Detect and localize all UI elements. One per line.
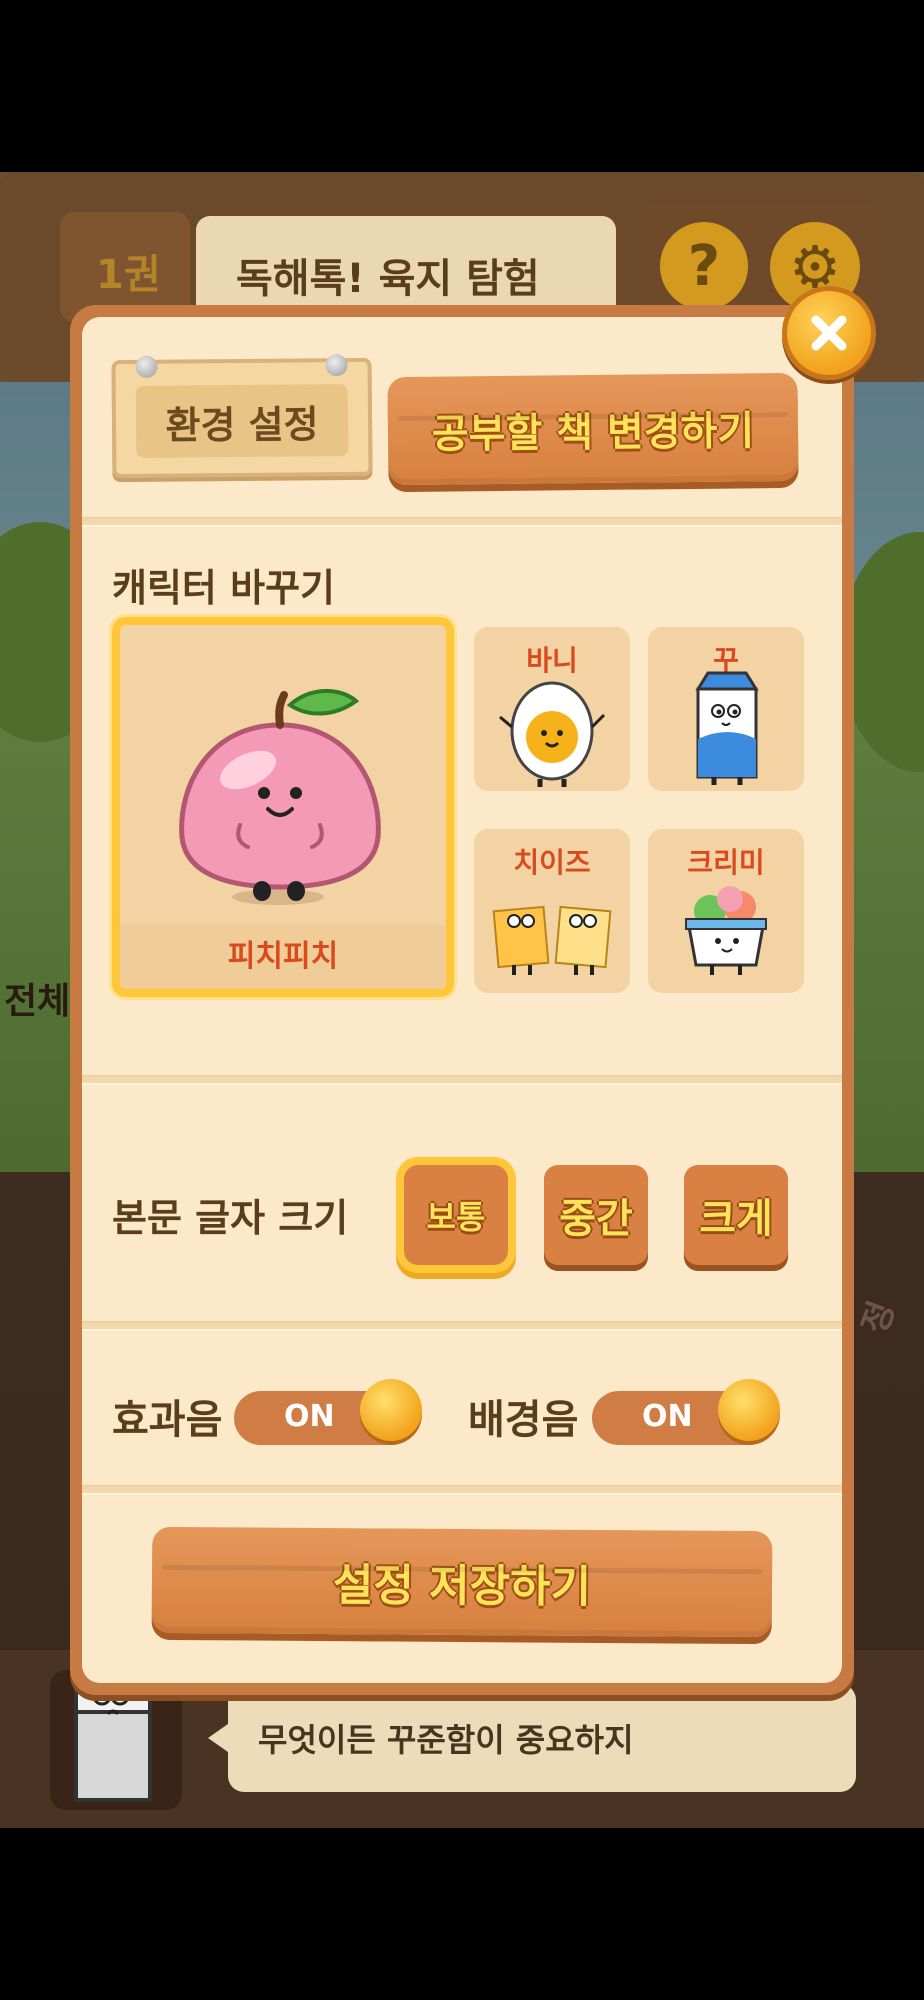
- nail-right: [325, 354, 348, 377]
- nail-left: [135, 355, 158, 378]
- character-card-cheese[interactable]: 치이즈: [474, 829, 630, 993]
- sound-effects-toggle[interactable]: ON: [234, 1379, 422, 1445]
- change-book-button[interactable]: 공부할 책 변경하기: [387, 372, 799, 486]
- divider-2: [82, 1075, 842, 1085]
- bgm-toggle[interactable]: ON: [592, 1379, 780, 1445]
- ice-cream-character-icon: [685, 886, 767, 975]
- toggle-state: ON: [642, 1399, 693, 1434]
- toggle-knob: [718, 1379, 780, 1441]
- close-button[interactable]: [782, 286, 876, 380]
- help-button[interactable]: ?: [660, 222, 748, 310]
- character-card-creamy[interactable]: 크리미: [648, 829, 804, 993]
- font-size-normal-button[interactable]: 보통: [404, 1165, 508, 1265]
- character-name: 피치피치: [227, 939, 339, 974]
- settings-tab-label: 환경 설정: [135, 384, 349, 458]
- character-card-bani[interactable]: 바니: [474, 627, 630, 791]
- divider-4: [82, 1485, 842, 1495]
- volume-label: 1권: [96, 252, 161, 298]
- peach-character-icon: [179, 688, 381, 905]
- font-size-medium-button[interactable]: 중간: [544, 1165, 648, 1265]
- egg-character-icon: [499, 681, 606, 787]
- settings-panel: 환경 설정 공부할 책 변경하기 캐릭터 바꾸기 피치피치 바니 꾸 치이즈 크…: [82, 317, 842, 1683]
- character-card-kku[interactable]: 꾸: [648, 627, 804, 791]
- toggle-knob: [360, 1379, 422, 1441]
- milk-carton-icon: [695, 671, 759, 785]
- character-section-title: 캐릭터 바꾸기: [112, 566, 335, 610]
- left-partial-text: 전체: [4, 981, 71, 1022]
- close-icon: [811, 315, 847, 351]
- cheese-character-icon: [492, 905, 612, 975]
- toggle-state: ON: [284, 1399, 335, 1434]
- sound-effects-label: 효과음: [112, 1397, 223, 1443]
- font-size-title: 본문 글자 크기: [112, 1196, 349, 1240]
- settings-tab-sign: 환경 설정: [111, 354, 373, 479]
- save-settings-button[interactable]: 설정 저장하기: [151, 1526, 773, 1638]
- font-size-large-button[interactable]: 크게: [684, 1165, 788, 1265]
- divider-3: [82, 1321, 842, 1331]
- settings-modal: 환경 설정 공부할 책 변경하기 캐릭터 바꾸기 피치피치 바니 꾸 치이즈 크…: [70, 305, 854, 1695]
- speech-bubble: 무엇이든 꾸준함이 중요하지: [208, 1684, 856, 1792]
- divider-1: [82, 517, 842, 527]
- bgm-label: 배경음: [468, 1397, 579, 1443]
- question-mark-icon: ?: [687, 233, 721, 299]
- right-partial-text: 정: [854, 1296, 904, 1340]
- character-card-peachpeach[interactable]: 피치피치: [112, 617, 454, 997]
- book-title: 독해톡! 육지 탐험: [236, 256, 540, 302]
